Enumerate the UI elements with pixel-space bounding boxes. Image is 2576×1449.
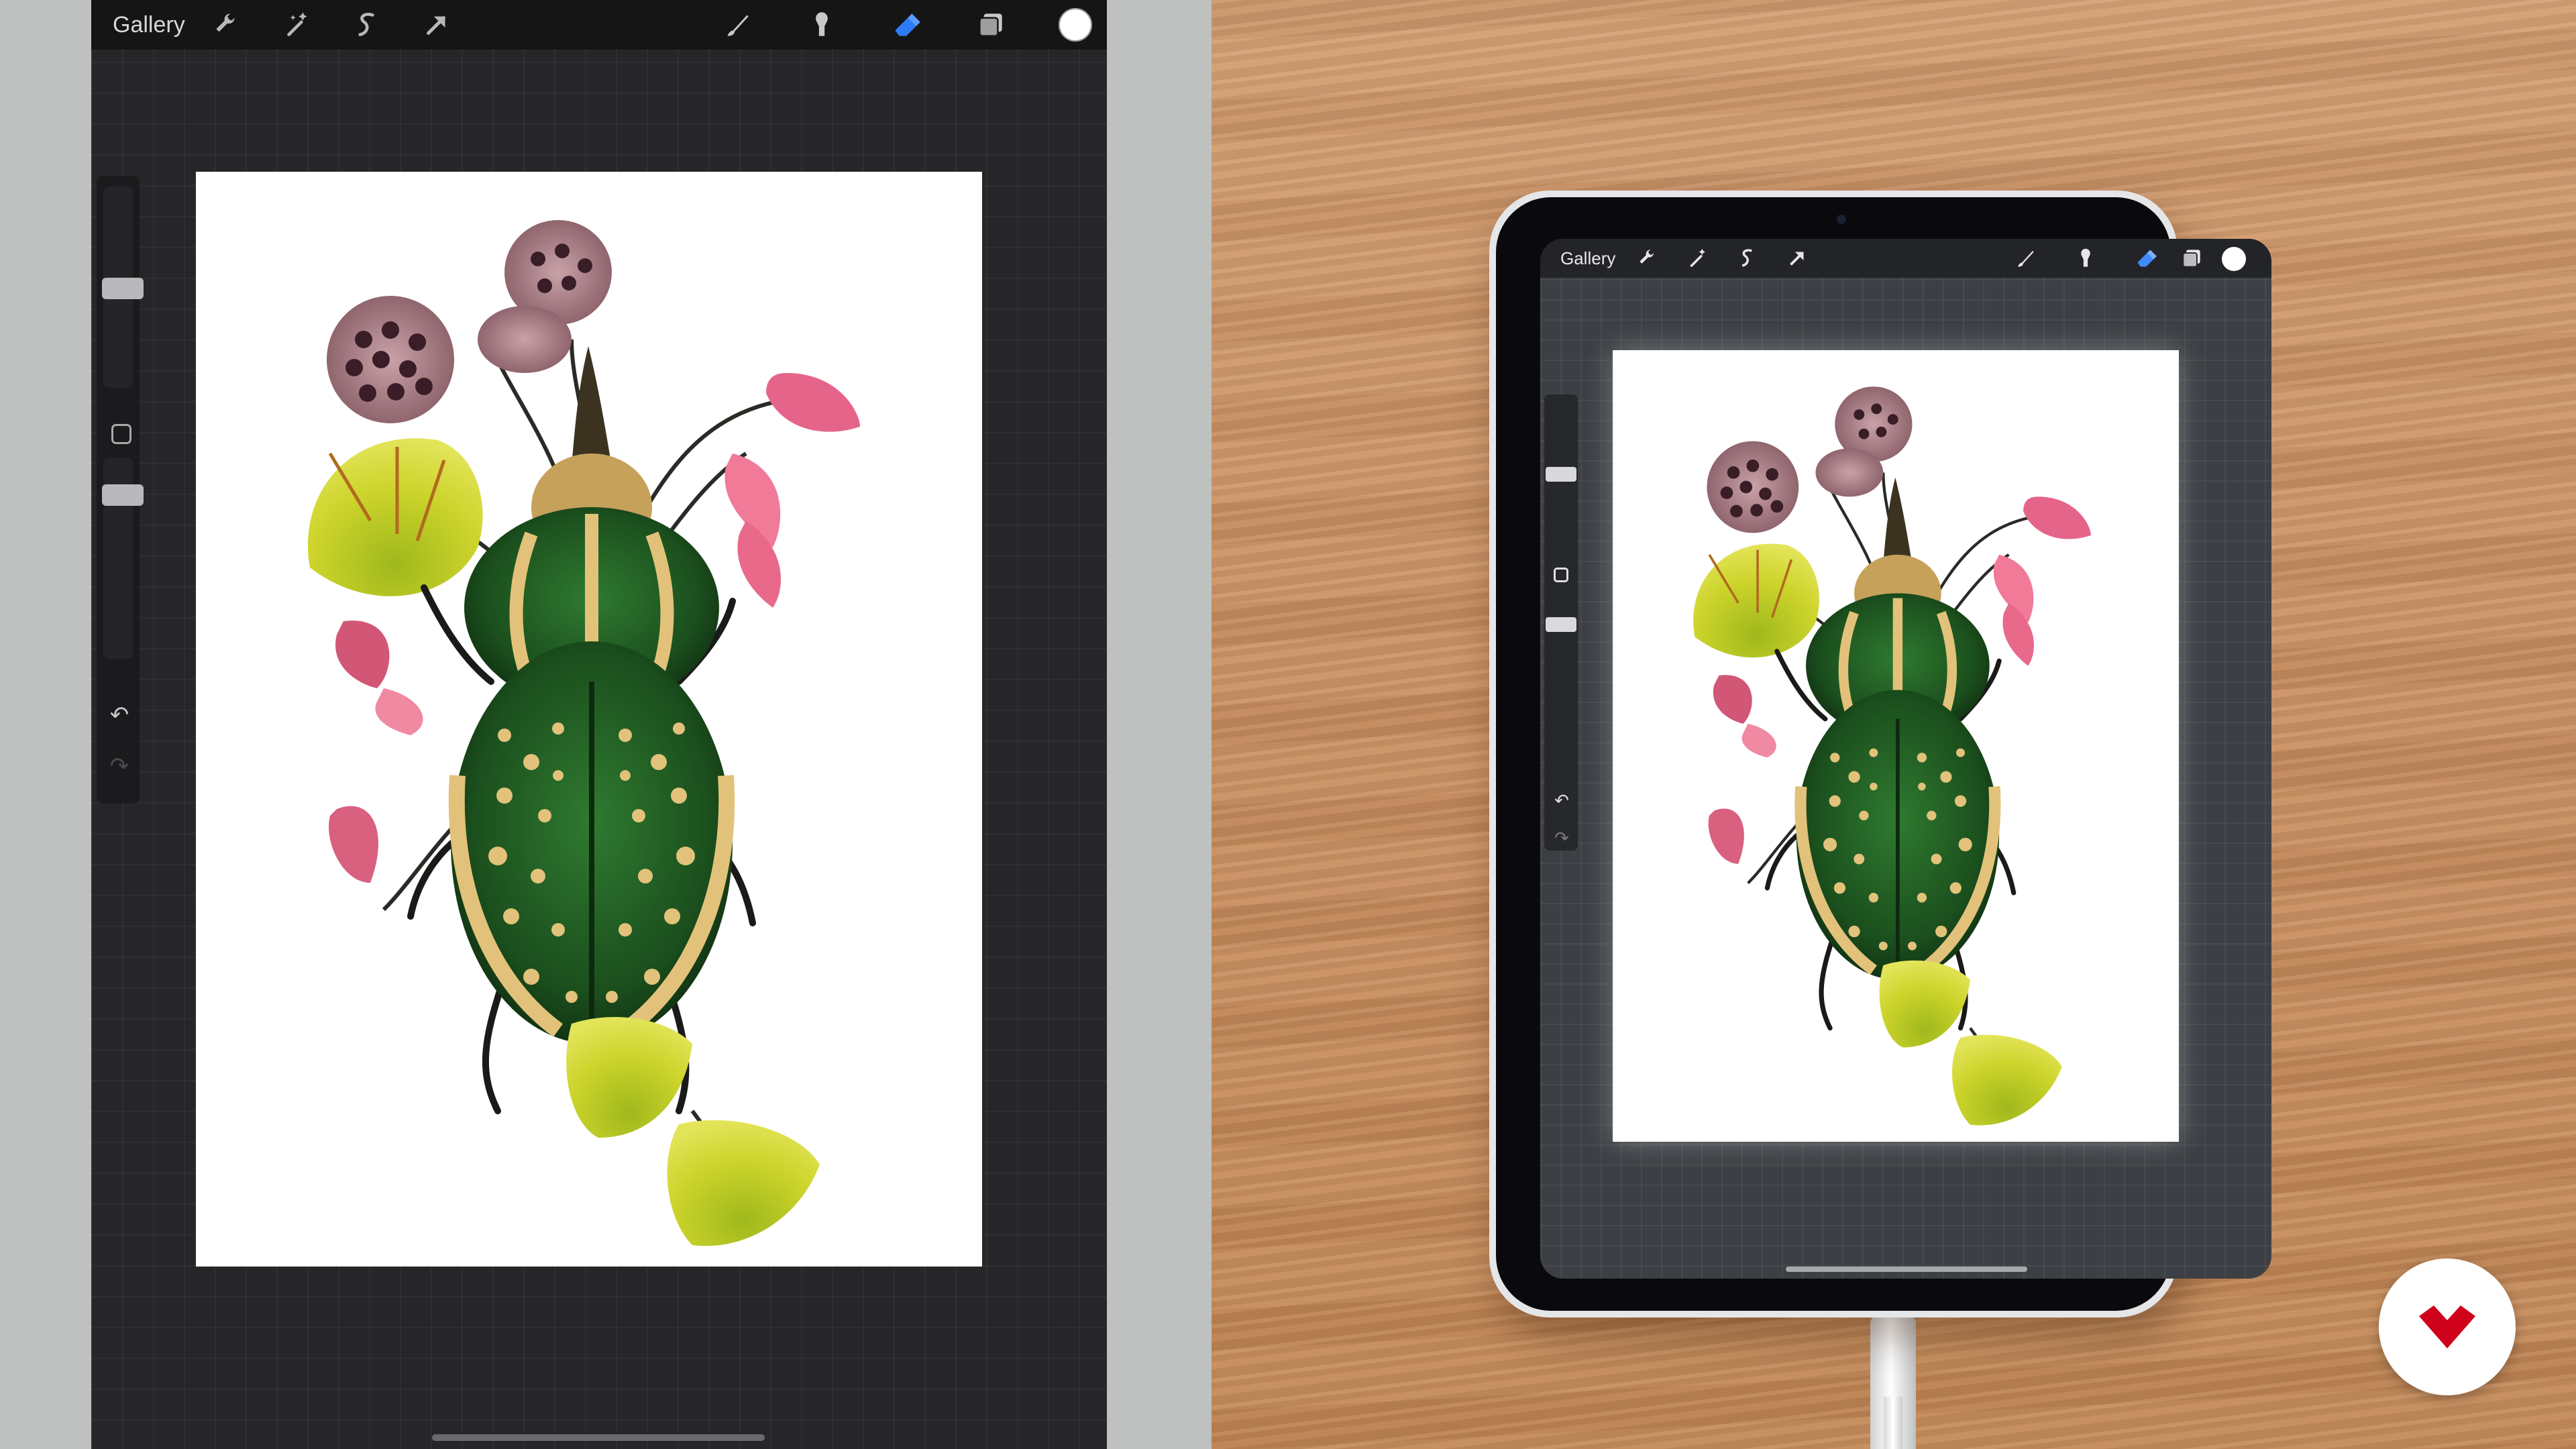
front-camera xyxy=(1837,215,1846,224)
procreate-screen: Gallery ↶ ↷ xyxy=(91,0,1107,1449)
opacity-slider[interactable] xyxy=(102,484,144,506)
ipad-photo: Gallery ↶ ↷ xyxy=(1212,0,2576,1449)
selection-icon[interactable] xyxy=(350,8,384,42)
ipad-layers-icon[interactable] xyxy=(2179,246,2204,271)
ipad-move-arrow-icon[interactable] xyxy=(1784,246,1810,271)
brush-icon[interactable] xyxy=(720,8,754,42)
gallery-button[interactable]: Gallery xyxy=(113,11,185,39)
home-indicator xyxy=(432,1434,765,1441)
brand-logo-icon xyxy=(2419,1305,2475,1348)
layers-icon[interactable] xyxy=(974,8,1008,42)
eraser-icon[interactable] xyxy=(890,8,923,42)
top-toolbar: Gallery xyxy=(91,0,1107,50)
ipad-drawing-canvas[interactable] xyxy=(1613,350,2179,1142)
ipad-brush-size-slider[interactable] xyxy=(1546,467,1576,482)
ipad-beetle-artwork xyxy=(1613,350,2179,1142)
brand-logo-badge xyxy=(2379,1258,2516,1395)
ipad-undo-icon[interactable]: ↶ xyxy=(1552,790,1571,811)
ipad-opacity-slider[interactable] xyxy=(1546,617,1576,632)
ipad-selection-icon[interactable] xyxy=(1735,246,1760,271)
color-swatch[interactable] xyxy=(1059,8,1092,42)
ipad-brush-sidebar: ↶ ↷ xyxy=(1544,394,1578,851)
ipad-smudge-icon[interactable] xyxy=(2073,246,2098,271)
redo-icon[interactable]: ↷ xyxy=(106,753,133,780)
ipad-brush-icon[interactable] xyxy=(2012,246,2038,271)
ipad-modify-button[interactable] xyxy=(1554,568,1568,582)
modify-button[interactable] xyxy=(111,424,131,444)
wrench-icon[interactable] xyxy=(211,8,244,42)
usb-c-cable xyxy=(1870,1316,1916,1449)
brush-size-slider[interactable] xyxy=(102,278,144,299)
undo-icon[interactable]: ↶ xyxy=(106,702,133,729)
ipad-redo-icon[interactable]: ↷ xyxy=(1552,828,1571,849)
magic-wand-icon[interactable] xyxy=(280,8,314,42)
ipad-home-indicator xyxy=(1786,1267,2027,1272)
ipad-top-toolbar: Gallery xyxy=(1540,239,2271,278)
move-arrow-icon[interactable] xyxy=(420,8,453,42)
beetle-artwork xyxy=(196,172,982,1267)
ipad-device: Gallery ↶ ↷ xyxy=(1489,191,2271,1318)
smudge-icon[interactable] xyxy=(805,8,839,42)
ipad-bezel: Gallery ↶ ↷ xyxy=(1496,197,2271,1311)
ipad-wrench-icon[interactable] xyxy=(1635,246,1661,271)
ipad-gallery-button[interactable]: Gallery xyxy=(1560,247,1615,270)
ipad-eraser-icon[interactable] xyxy=(2133,246,2159,271)
ipad-screen: Gallery ↶ ↷ xyxy=(1540,239,2271,1279)
ipad-color-swatch[interactable] xyxy=(2222,247,2246,271)
ipad-magic-wand-icon[interactable] xyxy=(1685,246,1711,271)
brush-sidebar: ↶ ↷ xyxy=(97,176,144,804)
drawing-canvas[interactable] xyxy=(196,172,982,1267)
